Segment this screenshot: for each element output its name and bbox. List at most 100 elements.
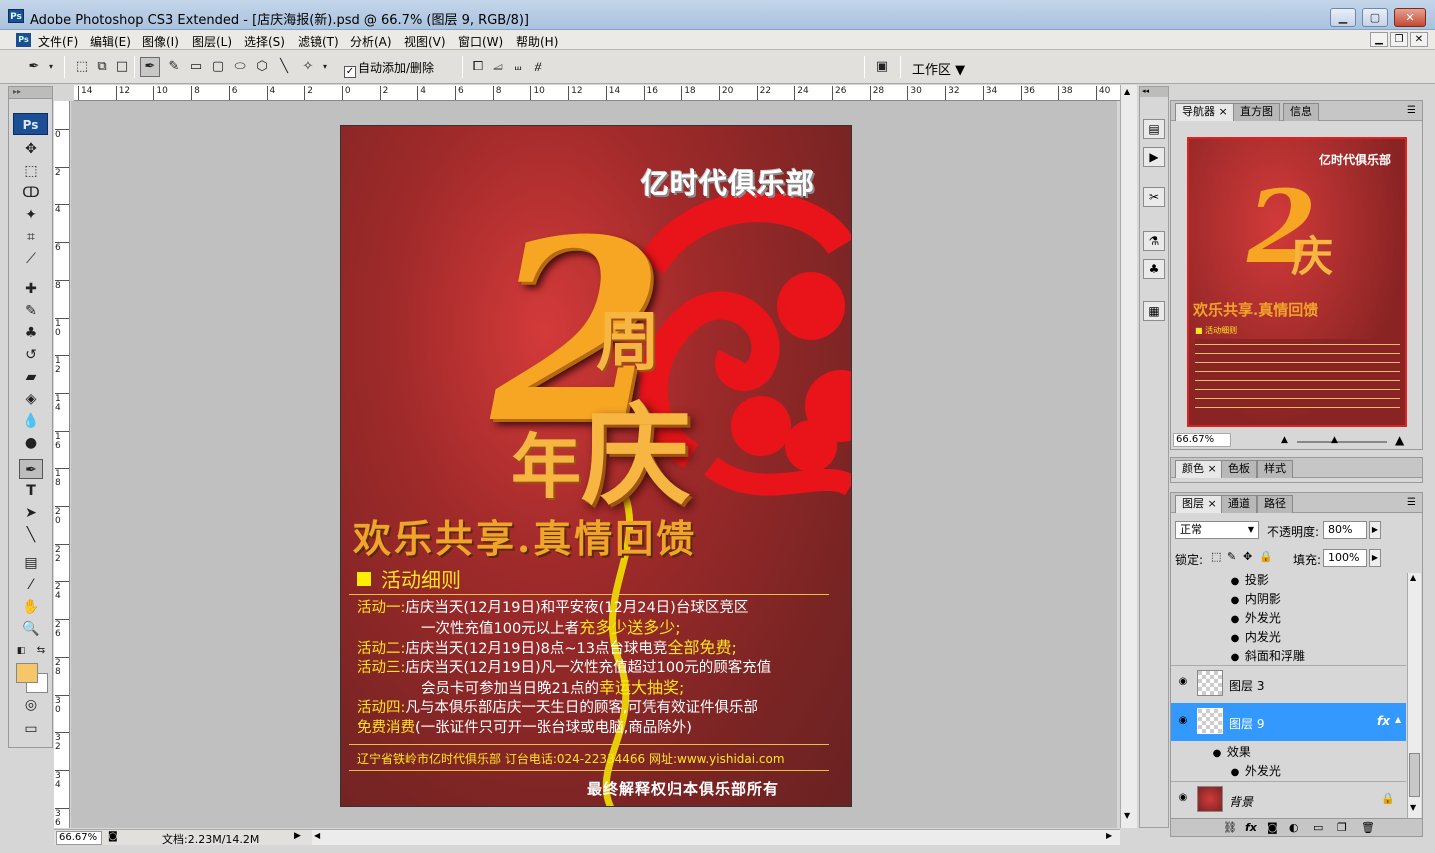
effect-bevel-emboss[interactable]: ● 斜面和浮雕 (1229, 647, 1305, 664)
line-shape-icon[interactable]: ╲ (274, 57, 294, 77)
brushes-panel-icon[interactable]: ⚗ (1143, 231, 1165, 251)
layer-row-9-selected[interactable]: ◉ 图层 9 fx ▲ (1171, 703, 1406, 741)
chevron-down-icon[interactable]: ▾ (44, 57, 58, 77)
eye-icon[interactable]: ● (1229, 633, 1241, 644)
close-icon[interactable]: × (1219, 105, 1228, 118)
eye-icon[interactable]: ● (1229, 595, 1241, 606)
ps-logo[interactable]: Ps (13, 113, 48, 135)
healing-brush-icon[interactable]: ✚ (19, 279, 43, 299)
new-layer-icon[interactable]: ❐ (1337, 821, 1347, 834)
eye-icon[interactable]: ● (1211, 748, 1223, 759)
tab-histogram[interactable]: 直方图 (1233, 103, 1280, 121)
horizontal-ruler[interactable]: 14 12 10 8 6 4 2 0 2 4 6 8 10 12 14 16 18 20 22 24 26 28 30 32 3… (74, 85, 1120, 101)
navigator-thumbnail[interactable]: 亿时代俱乐部 2 庆 欢乐共享.真情回馈 ■ 活动细则 (1187, 137, 1407, 427)
pen-tool-preset-icon[interactable]: ✒ (24, 57, 44, 77)
exclude-shape-icon[interactable]: ⧣ (528, 57, 548, 77)
path-selection-icon[interactable]: ➤ (19, 503, 43, 523)
eyedropper-icon[interactable]: ⁄ (19, 575, 43, 595)
foreground-color-swatch[interactable] (16, 663, 38, 683)
vertical-ruler[interactable]: 0 2 4 6 8 1 0 1 2 1 4 1 6 1 8 2 0 2 2 2 4 2 6 2 8 3 0 3 … (54, 101, 70, 828)
type-tool-icon[interactable]: T (19, 481, 43, 501)
adjustment-layer-icon[interactable]: ◐ (1289, 821, 1299, 834)
rectangle-shape-icon[interactable]: ▭ (186, 57, 206, 77)
canvas-vertical-scrollbar[interactable]: ▲ ▼ (1120, 85, 1137, 828)
menu-select[interactable]: 选择(S) (244, 33, 285, 50)
trash-icon[interactable]: 🗑 (1361, 821, 1375, 834)
eye-icon[interactable]: ● (1229, 576, 1241, 587)
pen-tool-icon[interactable]: ✒ (140, 57, 160, 77)
menu-help[interactable]: 帮助(H) (516, 33, 558, 50)
menu-layer[interactable]: 图层(L) (192, 33, 232, 50)
auto-add-delete-checkbox[interactable]: ✓ 自动添加/删除 (344, 59, 434, 78)
tab-channels[interactable]: 通道 (1221, 495, 1257, 513)
opacity-field[interactable]: 80% (1323, 521, 1367, 539)
hand-tool-icon[interactable]: ✋ (19, 597, 43, 617)
new-group-icon[interactable]: ▭ (1313, 821, 1323, 834)
scroll-thumb[interactable] (1409, 753, 1420, 797)
lock-position-icon[interactable]: ✥ (1243, 550, 1252, 563)
panel-menu-icon[interactable]: ☰ (1407, 105, 1416, 116)
bridge-icon[interactable]: ▣ (872, 57, 892, 77)
effect-label-row[interactable]: ● 效果 (1211, 743, 1251, 760)
status-menu-arrow-icon[interactable]: ▶ (294, 831, 301, 841)
blur-tool-icon[interactable]: 💧 (19, 411, 43, 431)
dodge-tool-icon[interactable]: ● (19, 433, 43, 453)
effect-inner-shadow[interactable]: ● 内阴影 (1229, 590, 1281, 607)
default-colors-icon[interactable]: ◧ (13, 641, 29, 661)
history-brush-icon[interactable]: ↺ (19, 345, 43, 365)
move-tool-icon[interactable]: ✥ (19, 139, 43, 159)
subtract-shape-icon[interactable]: ⧡ (488, 57, 508, 77)
custom-shape-icon[interactable]: ✧ (298, 57, 318, 77)
paint-bucket-icon[interactable]: ◈ (19, 389, 43, 409)
close-icon[interactable]: × (1208, 497, 1217, 510)
rounded-rectangle-icon[interactable]: ▢ (208, 57, 228, 77)
document-icon[interactable]: Ps (16, 33, 31, 47)
quick-mask-icon[interactable]: ◎ (19, 695, 43, 715)
slice-tool-icon[interactable]: ⟋ (19, 249, 43, 269)
tab-navigator[interactable]: 导航器 × (1175, 103, 1235, 121)
eye-icon[interactable]: ◉ (1177, 715, 1189, 726)
lock-transparent-icon[interactable]: ⬚ (1211, 550, 1221, 563)
doc-minimize-button[interactable]: ▁ (1370, 32, 1388, 47)
line-tool-icon[interactable]: ╲ (19, 525, 43, 545)
scroll-down-icon[interactable]: ▼ (1410, 803, 1416, 812)
lasso-tool-icon[interactable]: ↀ (19, 183, 43, 203)
zoom-field[interactable]: 66.67% (56, 831, 102, 845)
clone-source-icon[interactable]: ♣ (1143, 259, 1165, 279)
workspace-menu[interactable]: 工作区 ▼ (912, 59, 965, 78)
add-mask-icon[interactable]: ◙ (1267, 821, 1278, 834)
pen-tool-icon[interactable]: ✒ (19, 459, 43, 479)
swap-colors-icon[interactable]: ⇆ (33, 641, 49, 661)
poster-canvas[interactable]: 亿时代俱乐部 2 周 年 庆 欢乐共享.真情回馈 活动细则 活动一:店庆当天(1… (340, 125, 852, 807)
blend-mode-select[interactable]: 正常 ▼ (1175, 521, 1259, 539)
eye-icon[interactable]: ◉ (1177, 792, 1189, 803)
fill-field[interactable]: 100% (1323, 549, 1367, 567)
close-icon[interactable]: × (1208, 462, 1217, 475)
doc-close-button[interactable]: ✕ (1410, 32, 1428, 47)
freeform-pen-icon[interactable]: ✎ (164, 57, 184, 77)
effect-outer-glow[interactable]: ● 外发光 (1229, 609, 1281, 626)
ellipse-shape-icon[interactable]: ⬭ (230, 57, 250, 77)
scroll-down-icon[interactable]: ▼ (1124, 811, 1130, 820)
intersect-shape-icon[interactable]: ⧢ (508, 57, 528, 77)
menu-image[interactable]: 图像(I) (142, 33, 179, 50)
canvas-horizontal-scrollbar[interactable]: ◀ ▶ (312, 829, 1120, 845)
paths-mode-icon[interactable]: ⧉ (92, 57, 112, 77)
shape-layers-icon[interactable]: ⬚ (72, 57, 92, 77)
eye-icon[interactable]: ● (1229, 614, 1241, 625)
clone-stamp-icon[interactable]: ♣ (19, 323, 43, 343)
notes-tool-icon[interactable]: ▤ (19, 553, 43, 573)
menu-window[interactable]: 窗口(W) (458, 33, 503, 50)
scroll-left-icon[interactable]: ◀ (314, 831, 320, 840)
lock-pixels-icon[interactable]: ✎ (1227, 550, 1236, 563)
eye-icon[interactable]: ● (1229, 767, 1241, 778)
zoom-slider-handle-icon[interactable]: ▲ (1331, 435, 1338, 445)
zoom-out-icon[interactable]: ▲ (1281, 435, 1288, 445)
layer-row-background[interactable]: ◉ 背景 🔒 (1171, 781, 1406, 817)
close-button[interactable]: ✕ (1394, 8, 1426, 27)
fill-pixels-icon[interactable]: □ (112, 57, 132, 77)
navigator-zoom-field[interactable]: 66.67% (1173, 433, 1231, 447)
menu-file[interactable]: 文件(F) (38, 33, 78, 50)
eye-icon[interactable]: ◉ (1177, 676, 1189, 687)
tab-color[interactable]: 颜色 × (1175, 460, 1224, 478)
